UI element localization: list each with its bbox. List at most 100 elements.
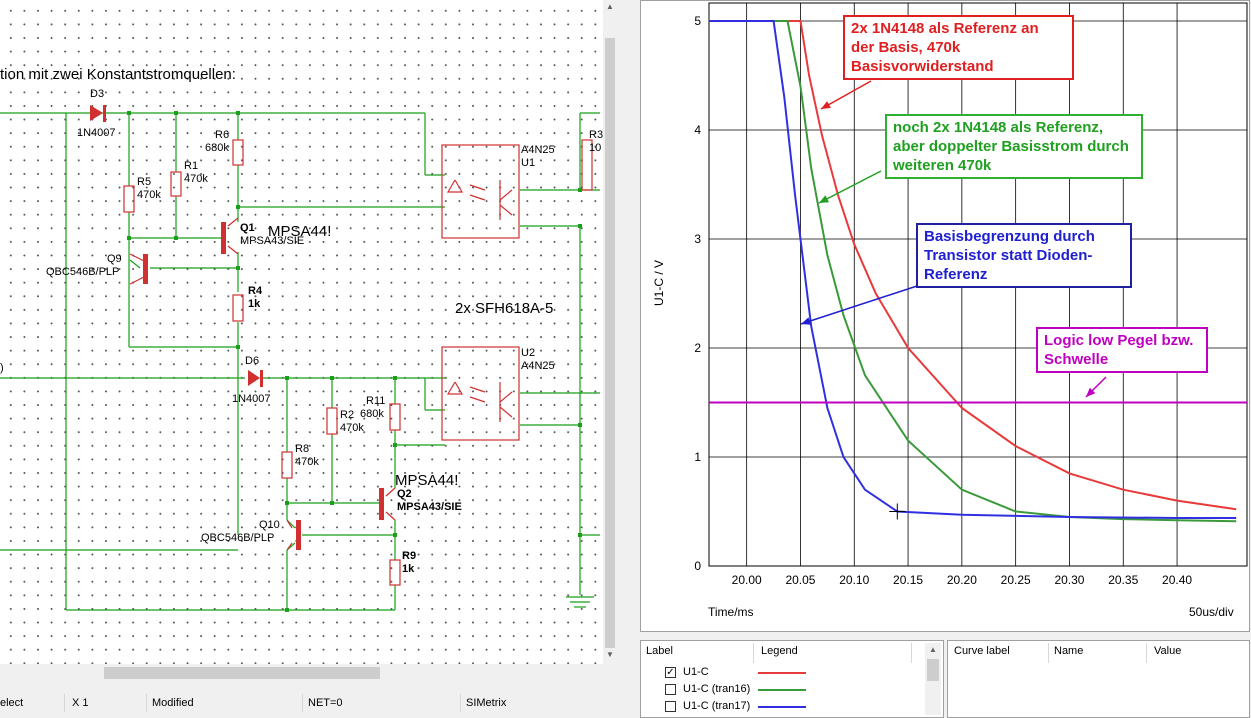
r3-ref[interactable]: R3 [589,129,603,141]
r2-value: 470k [340,422,364,434]
legend-checkbox[interactable] [665,701,676,712]
column-separator[interactable] [911,643,912,663]
schematic-header-text: tion mit zwei Konstantstromquellen: [0,66,236,83]
y-tick-label: 0 [694,559,701,573]
legend-col-label[interactable]: Label [646,645,673,657]
scroll-up-icon[interactable]: ▲ [925,643,941,657]
x-tick-label: 20.10 [839,573,869,587]
x-tick-label: 20.40 [1162,573,1192,587]
d3-ref[interactable]: D3 [90,88,104,100]
horizontal-scroll-thumb[interactable] [104,667,380,679]
r6-value: 680k [205,142,229,154]
r11-value: 680k [360,408,384,420]
q2-value: MPSA43/SIE [397,501,462,513]
annotation-blue: Basisbegrenzung durch Transistor statt D… [916,223,1132,288]
r6-ref[interactable]: R6 [215,129,229,141]
status-separator [64,694,65,712]
y-tick-label: 3 [694,232,701,246]
u2-ref[interactable]: U2 [521,347,535,359]
legend-row[interactable]: U1-C (tran17) [665,699,865,716]
legend-swatch [758,689,806,691]
u2-value: A4N25 [521,360,555,372]
x-tick-label: 20.00 [732,573,762,587]
legend-scrollbar[interactable]: ▲ [925,643,941,715]
legend-row[interactable]: U1-C (tran16) [665,682,865,699]
legend-row[interactable]: ✓ U1-C [665,665,865,682]
annotation-magenta: Logic low Pegel bzw. Schwelle [1036,327,1208,373]
legend-row-label: U1-C [683,666,709,678]
y-tick-label: 4 [694,123,701,137]
status-bar: elect X 1 Modified NET=0 SIMetrix [0,690,617,718]
schematic-vertical-scrollbar[interactable]: ▲ ▼ [603,0,617,664]
annotation-green: noch 2x 1N4148 als Referenz, aber doppel… [885,114,1143,179]
column-separator[interactable] [1048,643,1049,663]
x-tick-label: 20.05 [785,573,815,587]
r9-value: 1k [402,563,415,575]
r8-ref[interactable]: R8 [295,443,309,455]
r9-ref[interactable]: R9 [402,550,416,562]
plot-area: 0 1 2 3 4 5 20.00 20.05 20.10 20.15 20.20 20.25 20.3… [694,2,1248,587]
r1-value: 470k [184,173,208,185]
vertical-scroll-thumb[interactable] [605,38,615,648]
annotation-arrow [818,170,882,204]
curve-info-panel: Curve label Name Value [947,640,1250,718]
legend-scroll-thumb[interactable] [927,659,939,681]
scroll-down-icon[interactable]: ▼ [603,648,617,662]
x-tick-label: 20.20 [947,573,977,587]
u1-ref[interactable]: U1 [521,157,535,169]
status-separator [146,694,147,712]
legend-checkbox[interactable]: ✓ [665,667,676,678]
q2-ref[interactable]: Q2 [397,488,412,500]
r11-ref[interactable]: R11 [366,395,385,407]
x-axis-label: Time/ms [708,605,754,619]
d6-ref[interactable]: D6 [245,355,259,367]
legend-swatch [758,672,806,674]
legend-col-legend[interactable]: Legend [761,645,798,657]
curve-col-value[interactable]: Value [1154,645,1181,657]
y-tick-label: 5 [694,14,701,28]
schematic-canvas[interactable]: tion mit zwei Konstantstromquellen: 2x S… [0,0,603,682]
schematic-edge-text: ) [0,362,4,374]
y-tick-label: 2 [694,341,701,355]
d6-value: 1N4007 [232,393,271,405]
x-tick-label: 20.15 [893,573,923,587]
curve-col-label[interactable]: Curve label [954,645,1010,657]
r5-value: 470k [137,189,161,201]
d3-value: 1N4007 [77,127,116,139]
legend-panel: Label Legend ✓ U1-C U1-C (tran16) U1-C (… [640,640,944,718]
column-separator[interactable] [753,643,754,663]
x-tick-label: 20.25 [1001,573,1031,587]
annotation-red: 2x 1N4148 als Referenz an der Basis, 470… [843,15,1074,80]
pane-splitter[interactable] [617,0,631,718]
scroll-up-icon[interactable]: ▲ [603,0,617,14]
column-separator[interactable] [1146,643,1147,663]
u1-value: A4N25 [521,144,555,156]
status-app: SIMetrix [466,697,507,709]
q10-ref[interactable]: Q10 [259,519,280,531]
q9-value: QBC546B/PLP [46,266,120,278]
schematic-note: 2x SFH618A-5 [455,300,554,317]
waveform-graph[interactable]: 0 1 2 3 4 5 20.00 20.05 20.10 20.15 20.20 20.25 20.3… [640,0,1250,632]
x-tick-label: 20.35 [1108,573,1138,587]
q1-ref[interactable]: Q1 [240,222,255,234]
legend-swatch [758,706,806,708]
legend-row-label: U1-C (tran16) [683,683,751,695]
q9-ref[interactable]: Q9 [107,253,122,265]
r4-ref[interactable]: R4 [248,285,262,297]
legend-row-label: U1-C (tran17) [683,700,751,712]
schematic-horizontal-scrollbar[interactable] [0,664,603,682]
r5-ref[interactable]: R5 [137,176,151,188]
r2-ref[interactable]: R2 [340,409,354,421]
status-zoom: X 1 [72,697,89,709]
r4-value: 1k [248,298,261,310]
curve-col-name[interactable]: Name [1054,645,1083,657]
status-separator [460,694,461,712]
r1-ref[interactable]: R1 [184,160,198,172]
x-scale-label: 50us/div [1189,605,1234,619]
q2-note: MPSA44! [395,472,459,489]
status-separator [302,694,303,712]
status-net: NET=0 [308,697,343,709]
legend-checkbox[interactable] [665,684,676,695]
y-axis-label: U1-C / V [652,259,666,306]
r3-value: 10 [589,142,602,154]
